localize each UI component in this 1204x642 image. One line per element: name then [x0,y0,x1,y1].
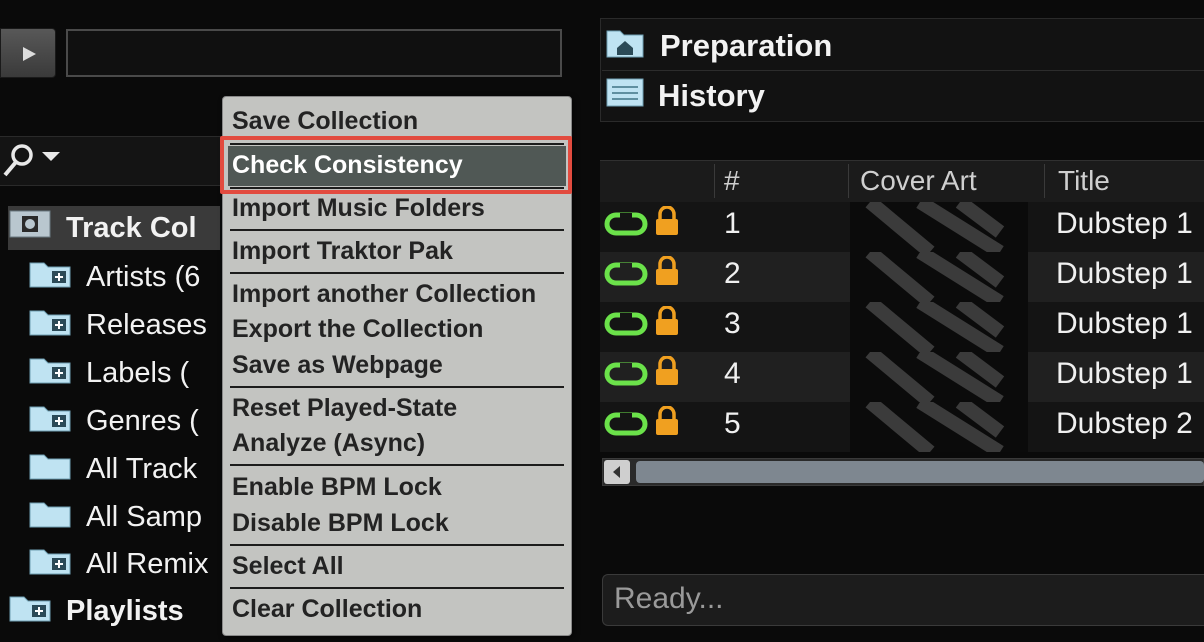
column-header-title[interactable]: Title [1058,160,1110,202]
menu-item-disable-bpm-lock[interactable]: Disable BPM Lock [232,506,449,540]
menu-item-clear-collection[interactable]: Clear Collection [232,592,422,626]
column-divider [714,164,715,198]
column-header-number[interactable]: # [724,160,740,202]
track-number: 3 [724,307,741,340]
tree-item-all-tracks[interactable]: All Track [28,447,197,491]
annotation-highlight-box [220,136,572,194]
folder-plus-icon [28,401,72,441]
folder-plus-icon [28,353,72,393]
tree-item-label: Releases [86,308,207,341]
menu-item-export-collection[interactable]: Export the Collection [232,312,483,346]
menu-separator [230,587,564,589]
tree-track-collection[interactable]: Track Col [8,206,220,250]
menu-separator [230,272,564,274]
menu-item-save-as-webpage[interactable]: Save as Webpage [232,348,443,382]
tree-item-label: All Track [86,452,198,485]
track-number: 4 [724,357,741,390]
scrollbar-thumb[interactable] [636,461,1204,483]
tree-root-label: Track Col [66,211,197,244]
track-title: Dubstep 1 [1056,357,1193,390]
cover-art-thumbnail [850,302,1028,352]
menu-item-import-traktor-pak[interactable]: Import Traktor Pak [232,234,453,268]
tree-item-label: All Remix [86,547,209,580]
scroll-left-button[interactable] [604,460,630,484]
column-header-cover-art[interactable]: Cover Art [860,160,977,202]
favorite-history[interactable]: History [602,73,765,119]
history-list-icon [606,76,644,116]
menu-separator [230,464,564,466]
tree-item-releases[interactable]: Releases [28,303,207,347]
collection-icon [8,209,52,247]
link-icon [604,260,648,293]
lock-icon [655,355,679,391]
status-text: Ready... [614,582,724,615]
tree-playlists-label: Playlists [66,594,184,627]
track-number: 5 [724,407,741,440]
tree-item-artists[interactable]: Artists (6 [28,255,200,299]
track-title: Dubstep 2 [1056,407,1193,440]
track-title: Dubstep 1 [1056,307,1193,340]
link-icon [604,360,648,393]
track-title: Dubstep 1 [1056,257,1193,290]
favorites-divider [602,70,1204,71]
home-folder-icon [606,26,644,66]
tree-item-label: Labels ( [86,356,190,389]
lock-icon [655,405,679,441]
tree-item-label: All Samp [86,500,203,533]
cover-art-thumbnail [850,352,1028,402]
link-icon [604,210,648,243]
favorite-preparation[interactable]: Preparation [602,23,832,69]
folder-icon [28,449,72,489]
menu-separator [230,386,564,388]
folder-plus-icon [28,544,72,584]
lock-icon [655,305,679,341]
search-icon[interactable] [2,143,66,184]
tree-item-label: Artists (6 [86,260,201,293]
menu-item-analyze-async[interactable]: Analyze (Async) [232,426,425,460]
tree-item-all-samples[interactable]: All Samp [28,495,202,539]
link-icon [604,410,648,443]
cover-art-thumbnail [850,402,1028,452]
folder-plus-icon [28,257,72,297]
folder-plus-icon [28,305,72,345]
play-icon [23,47,36,61]
tree-item-all-remix[interactable]: All Remix [28,542,208,586]
tree-item-genres[interactable]: Genres ( [28,399,199,443]
cover-art-thumbnail [850,252,1028,302]
column-divider [848,164,849,198]
preview-track-field[interactable] [66,29,562,77]
favorite-history-label: History [658,78,765,113]
preview-play-button[interactable] [0,28,56,78]
menu-item-save-collection[interactable]: Save Collection [232,104,418,138]
track-title: Dubstep 1 [1056,207,1193,240]
chevron-left-icon [613,466,620,478]
tree-item-label: Genres ( [86,404,199,437]
menu-item-enable-bpm-lock[interactable]: Enable BPM Lock [232,470,442,504]
favorite-preparation-label: Preparation [660,28,833,63]
menu-item-import-another-collection[interactable]: Import another Collection [232,277,536,311]
link-icon [604,310,648,343]
cover-art-thumbnail [850,202,1028,252]
menu-item-import-music-folders[interactable]: Import Music Folders [232,191,485,225]
menu-separator [230,229,564,231]
tree-item-labels[interactable]: Labels ( [28,351,189,395]
menu-item-select-all[interactable]: Select All [232,549,344,583]
folder-icon [28,497,72,537]
lock-icon [655,205,679,241]
track-number: 2 [724,257,741,290]
track-number: 1 [724,207,741,240]
column-divider [1044,164,1045,198]
menu-separator [230,544,564,546]
tree-item-playlists[interactable]: Playlists [8,589,184,633]
folder-plus-icon [8,591,52,631]
lock-icon [655,255,679,291]
menu-item-reset-played-state[interactable]: Reset Played-State [232,391,457,425]
